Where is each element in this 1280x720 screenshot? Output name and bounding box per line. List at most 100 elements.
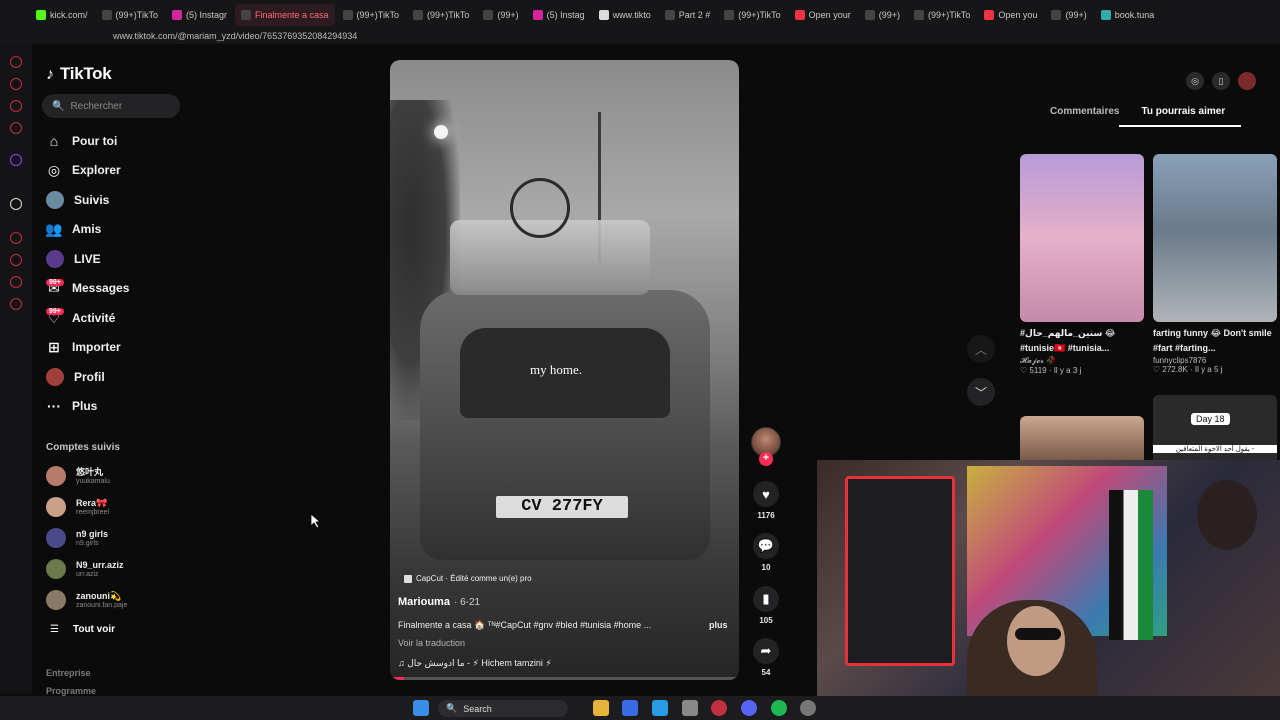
video-overlay-text: my home. bbox=[530, 362, 582, 377]
url-text[interactable]: www.tiktok.com/@mariam_yzd/video/7653769… bbox=[113, 31, 357, 41]
card-user: 𝓗𝓪𝓳𝓮𝓻 🥀 bbox=[1020, 356, 1057, 365]
tiktok-note-icon: ♪ bbox=[46, 66, 54, 83]
settings-icon[interactable] bbox=[10, 298, 22, 310]
followed-account[interactable]: n9 girls n9.girls bbox=[46, 528, 108, 548]
calculator-icon[interactable] bbox=[682, 700, 698, 716]
followed-account[interactable]: zanouni💫 zanouni.fan.paje bbox=[46, 590, 127, 610]
browser-tab[interactable]: (99+) bbox=[1045, 4, 1092, 26]
music-link[interactable]: ♫ ما ادوسش حال - ⚡ Hichem tamzini ⚡ bbox=[398, 658, 552, 669]
nav-explore[interactable]: ◎ Explorer bbox=[46, 159, 121, 181]
video-caption: Finalmente a casa 🏠 ᵀᴺ#CapCut #gnv #bled… bbox=[398, 620, 652, 630]
spotify-icon[interactable] bbox=[771, 700, 787, 716]
x-icon[interactable] bbox=[10, 198, 22, 210]
video-author[interactable]: Mariouma · 6-21 bbox=[398, 596, 480, 608]
windows-start-icon[interactable] bbox=[413, 700, 429, 716]
translate-link[interactable]: Voir la traduction bbox=[398, 638, 465, 648]
suggested-video-card[interactable]: farting funny 😂 Don't smile #fart #farti… bbox=[1153, 154, 1277, 374]
followed-account[interactable]: Rera🎀 reemjbreel bbox=[46, 497, 109, 517]
browser-tab[interactable]: Open you bbox=[978, 4, 1043, 26]
tab-label: (5) Instagr bbox=[185, 10, 227, 20]
compass-icon[interactable]: ◎ bbox=[1186, 72, 1204, 90]
footer-link[interactable]: Entreprise bbox=[46, 668, 91, 678]
twitch-icon[interactable] bbox=[10, 154, 22, 166]
taskbar-search[interactable]: 🔍 Search bbox=[438, 700, 568, 717]
app-icon[interactable] bbox=[800, 700, 816, 716]
nav-upload[interactable]: ⊞ Importer bbox=[46, 336, 121, 358]
browser-tab[interactable]: (99+)TikTo bbox=[337, 4, 405, 26]
tab-label: Finalmente a casa bbox=[254, 10, 329, 20]
browser-tab[interactable]: (99+)TikTo bbox=[96, 4, 164, 26]
tab-label: (99+) bbox=[497, 10, 519, 20]
browser-tab[interactable]: (99+)TikTo bbox=[908, 4, 976, 26]
discord-icon[interactable] bbox=[741, 700, 757, 716]
browser-tab[interactable]: (99+)TikTo bbox=[718, 4, 786, 26]
history-icon[interactable] bbox=[10, 232, 22, 244]
browser-tab[interactable]: www.tikto bbox=[593, 4, 657, 26]
instagram-icon[interactable] bbox=[10, 78, 22, 90]
nav-following[interactable]: Suivis bbox=[46, 189, 109, 211]
follow-button[interactable]: + bbox=[759, 452, 773, 466]
account-name: n9 girls bbox=[76, 528, 109, 539]
browser-tab[interactable]: (99+)TikTo bbox=[407, 4, 475, 26]
browser-tab[interactable]: book.tuna bbox=[1095, 4, 1161, 26]
store-icon[interactable] bbox=[622, 700, 638, 716]
search-label: Search bbox=[463, 703, 492, 714]
browser-tab[interactable]: (99+) bbox=[859, 4, 906, 26]
tab-label: (5) Instag bbox=[546, 10, 585, 20]
capcut-label[interactable]: CapCut · Édité comme un(e) pro bbox=[404, 574, 532, 583]
tab-you-may-like[interactable]: Tu pourrais aimer bbox=[1119, 106, 1242, 127]
video-progress-bar[interactable] bbox=[390, 677, 739, 680]
tiktok-logo[interactable]: ♪ TikTok bbox=[46, 64, 112, 84]
previous-video-button[interactable]: ︿ bbox=[967, 335, 995, 363]
video-player[interactable]: my home. CV 277FY CapCut · Édité comme u… bbox=[390, 60, 739, 680]
video-thumbnail[interactable]: Day 18 يقول أحد الاخوة المتعافين - bbox=[1153, 395, 1277, 460]
share-button[interactable]: ➦ 54 bbox=[753, 638, 779, 677]
nav-friends[interactable]: 👥 Amis bbox=[45, 218, 101, 240]
whatsapp-icon[interactable] bbox=[10, 100, 22, 112]
nav-label: Importer bbox=[72, 340, 121, 354]
like-button[interactable]: ♥ 1176 bbox=[753, 481, 779, 520]
opera-icon[interactable] bbox=[711, 700, 727, 716]
browser-tab[interactable]: Part 2 # bbox=[659, 4, 717, 26]
nav-live[interactable]: LIVE bbox=[46, 248, 101, 270]
nav-label: Suivis bbox=[74, 193, 110, 207]
caption-more-button[interactable]: plus bbox=[709, 620, 728, 630]
browser-tab-active[interactable]: Finalmente a casa bbox=[234, 4, 335, 26]
extensions-icon[interactable] bbox=[10, 276, 22, 288]
save-button[interactable]: ▮ 105 bbox=[753, 586, 779, 625]
account-handle: reemjbreel bbox=[76, 508, 110, 516]
see-all-button[interactable]: ☰ Tout voir bbox=[50, 624, 115, 635]
device-icon[interactable]: ▯ bbox=[1212, 72, 1230, 90]
edge-icon[interactable] bbox=[652, 700, 668, 716]
next-video-button[interactable]: ﹀ bbox=[967, 378, 995, 406]
nav-for-you[interactable]: ⌂ Pour toi bbox=[46, 130, 118, 152]
chevron-down-icon: ﹀ bbox=[974, 385, 987, 400]
browser-tab[interactable]: Open your bbox=[789, 4, 857, 26]
share-icon: ➦ bbox=[753, 638, 779, 664]
tab-label: (99+)TikTo bbox=[356, 10, 399, 20]
messages-badge: 99+ bbox=[46, 279, 64, 286]
tab-label: www.tikto bbox=[612, 10, 651, 20]
tab-comments[interactable]: Commentaires bbox=[1020, 106, 1119, 127]
followed-account[interactable]: 悠叶丸 yuukamalu bbox=[46, 466, 110, 486]
clock-icon[interactable] bbox=[10, 254, 22, 266]
save-count: 105 bbox=[759, 616, 773, 625]
nav-profile[interactable]: Profil bbox=[46, 366, 105, 388]
footer-link[interactable]: Programme bbox=[46, 686, 96, 696]
tab-label: book.tuna bbox=[1114, 10, 1155, 20]
browser-tab[interactable]: kick.com/ bbox=[30, 4, 94, 26]
browser-tab[interactable]: (5) Instagr bbox=[166, 4, 233, 26]
messenger-icon[interactable] bbox=[10, 56, 22, 68]
browser-tab[interactable]: (99+) bbox=[477, 4, 524, 26]
followed-account[interactable]: N9_urr.aziz urr.aziz bbox=[46, 559, 124, 579]
video-thumbnail[interactable] bbox=[1020, 416, 1144, 460]
nav-more[interactable]: ··· Plus bbox=[46, 395, 97, 417]
user-avatar[interactable] bbox=[1238, 72, 1256, 90]
browser-tab[interactable]: (5) Instag bbox=[527, 4, 591, 26]
youtube-icon[interactable] bbox=[10, 122, 22, 134]
suggested-video-card[interactable]: #سنين_مالهم_حال 😂 #tunisie🇹🇳 #tunisia...… bbox=[1020, 154, 1144, 375]
search-input[interactable]: 🔍 Rechercher bbox=[42, 94, 180, 118]
file-explorer-icon[interactable] bbox=[593, 700, 609, 716]
webcam-overlay bbox=[817, 460, 1280, 696]
comment-button[interactable]: 💬 10 bbox=[753, 533, 779, 572]
